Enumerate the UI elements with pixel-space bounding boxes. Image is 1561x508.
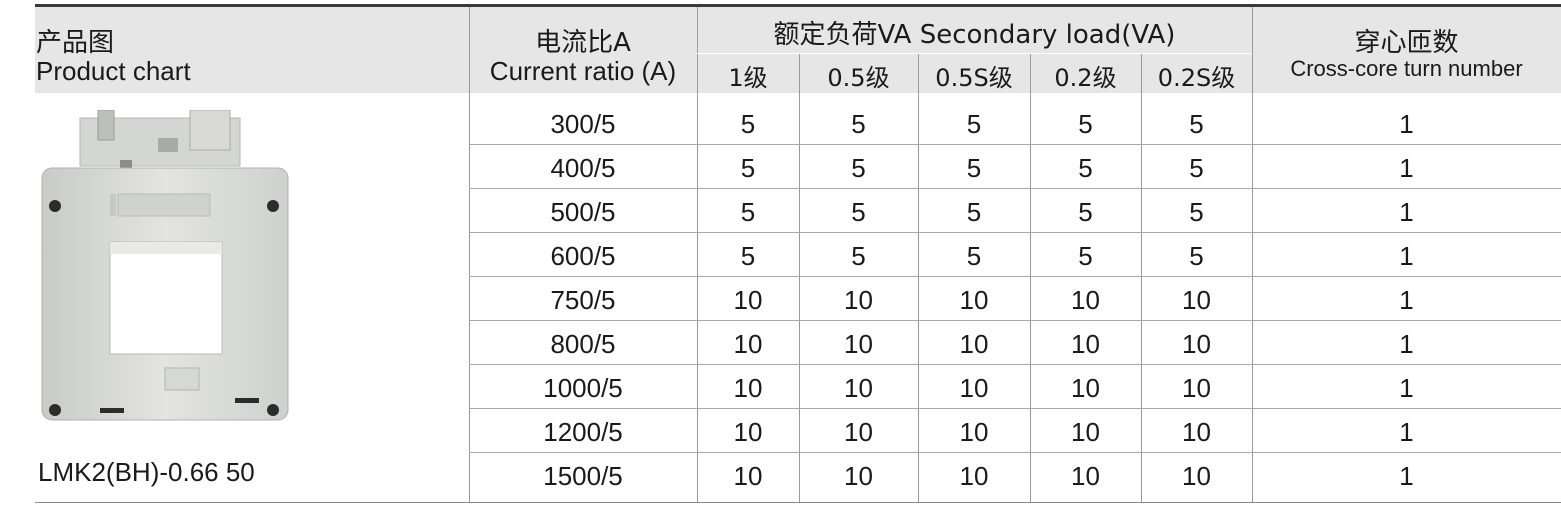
cell-load-0.2: 5 (1078, 153, 1093, 183)
cell-load-0.2s: 10 (1182, 417, 1211, 447)
cell-load-0.5: 10 (844, 461, 873, 491)
row-separator (469, 408, 1561, 409)
cell-load-1: 10 (733, 373, 763, 403)
class-0.2s: 0.2S级 (1157, 64, 1236, 92)
cell-turns: 1 (1399, 241, 1414, 271)
cell-ratio: 1200/5 (543, 417, 623, 447)
cell-ratio: 1000/5 (543, 373, 623, 403)
cell-ratio: 750/5 (550, 285, 616, 315)
cell-load-0.2: 10 (1071, 417, 1100, 447)
cell-ratio: 300/5 (550, 109, 616, 139)
cell-load-0.2s: 10 (1182, 285, 1211, 315)
cell-load-0.2: 10 (1071, 373, 1100, 403)
cell-load-0.5: 10 (844, 329, 873, 359)
cell-load-0.2: 5 (1078, 109, 1093, 139)
cell-load-1: 5 (740, 241, 756, 271)
class-1: 1级 (728, 64, 768, 92)
row-separator (469, 276, 1561, 277)
cell-load-0.5s: 10 (959, 329, 989, 359)
cell-load-0.5: 10 (844, 373, 873, 403)
cell-turns: 1 (1399, 329, 1414, 359)
cell-load-0.5s: 10 (959, 285, 989, 315)
cell-load-0.5: 5 (851, 109, 866, 139)
cell-load-0.5s: 10 (959, 373, 989, 403)
cell-load-1: 5 (740, 153, 756, 183)
cell-turns: 1 (1399, 109, 1414, 139)
cell-turns: 1 (1399, 285, 1414, 315)
turns-header-cn: 穿心匝数 (1354, 28, 1459, 58)
cell-load-0.2: 10 (1071, 285, 1100, 315)
cell-ratio: 1500/5 (543, 461, 623, 491)
product-header-cn: 产品图 (36, 28, 115, 58)
cell-turns: 1 (1399, 417, 1414, 447)
current-transformer-image (41, 110, 289, 421)
load-header: 额定负荷VA Secondary load(VA) (697, 14, 1252, 51)
cell-load-0.5s: 5 (966, 109, 982, 139)
cell-load-0.5: 10 (844, 285, 873, 315)
load-header-title: 额定负荷VA Secondary load(VA) (773, 20, 1176, 50)
cell-load-0.2s: 10 (1182, 329, 1211, 359)
turns-header-en: Cross-core turn number (1290, 56, 1523, 81)
cell-load-0.5s: 5 (966, 241, 982, 271)
cell-load-1: 5 (740, 197, 756, 227)
cell-load-1: 10 (733, 285, 763, 315)
cell-load-0.2: 10 (1071, 461, 1100, 491)
cell-turns: 1 (1399, 461, 1414, 491)
cell-load-0.5: 10 (844, 417, 873, 447)
class-0.5: 0.5级 (827, 64, 890, 92)
cell-ratio: 600/5 (550, 241, 616, 271)
cell-load-0.2s: 10 (1182, 461, 1211, 491)
cell-load-0.5: 5 (851, 153, 866, 183)
cell-load-0.2s: 5 (1189, 197, 1204, 227)
cell-ratio: 400/5 (550, 153, 616, 183)
cell-turns: 1 (1399, 197, 1414, 227)
cell-load-0.2s: 5 (1189, 241, 1204, 271)
bottom-rule (35, 502, 1561, 503)
cell-load-0.2s: 5 (1189, 109, 1204, 139)
row-separator (469, 364, 1561, 365)
cell-load-0.2: 5 (1078, 241, 1093, 271)
product-header-en: Product chart (36, 56, 191, 86)
cell-load-0.5s: 10 (959, 461, 989, 491)
cell-load-0.5s: 10 (959, 417, 989, 447)
cell-load-0.2: 10 (1071, 329, 1100, 359)
row-separator (469, 188, 1561, 189)
cell-load-0.5: 5 (851, 241, 866, 271)
ratio-header-en: Current ratio (A) (489, 56, 677, 86)
header-subdivider (697, 53, 1252, 54)
cell-load-0.5s: 5 (966, 153, 982, 183)
cell-load-1: 10 (733, 329, 763, 359)
cell-load-1: 10 (733, 461, 763, 491)
class-0.2: 0.2级 (1054, 64, 1117, 92)
cell-load-0.2s: 10 (1182, 373, 1211, 403)
cell-ratio: 500/5 (550, 197, 616, 227)
row-separator (469, 144, 1561, 145)
model-label: LMK2(BH)-0.66 50 (38, 457, 255, 487)
cell-load-1: 10 (733, 417, 763, 447)
cell-load-0.5s: 5 (966, 197, 982, 227)
class-0.5s: 0.5S级 (935, 64, 1013, 92)
cell-turns: 1 (1399, 153, 1414, 183)
row-separator (469, 232, 1561, 233)
cell-load-0.2s: 5 (1189, 153, 1204, 183)
row-separator (469, 452, 1561, 453)
cell-load-0.5: 5 (851, 197, 866, 227)
cell-load-1: 5 (740, 109, 756, 139)
row-separator (469, 320, 1561, 321)
cell-load-0.2: 5 (1078, 197, 1093, 227)
ratio-header-cn: 电流比A (535, 28, 631, 58)
cell-ratio: 800/5 (550, 329, 616, 359)
cell-turns: 1 (1399, 373, 1414, 403)
